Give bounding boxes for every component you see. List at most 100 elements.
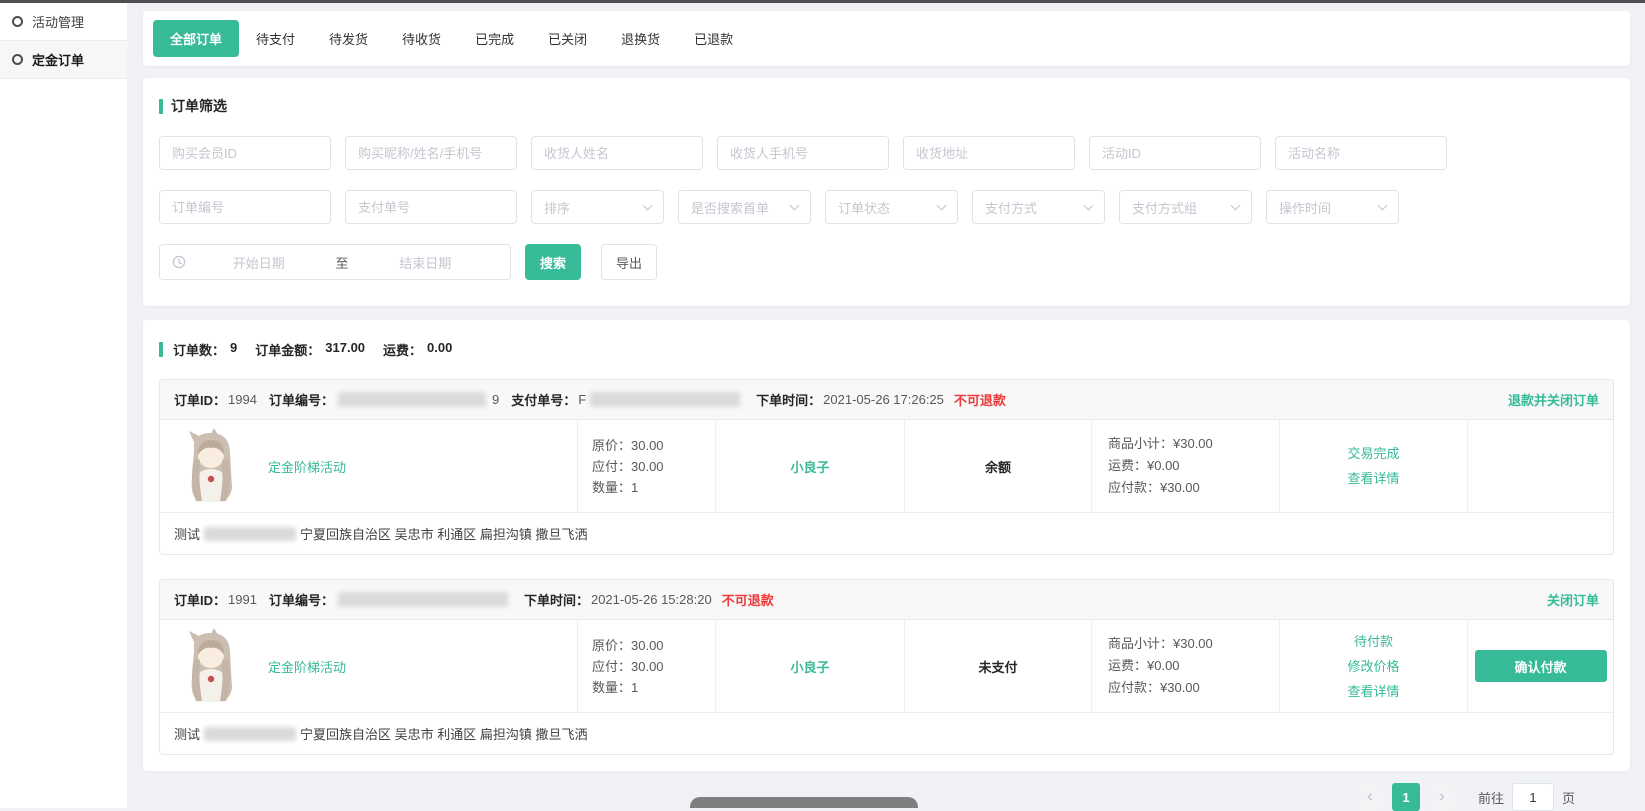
section-bar-icon <box>159 342 163 357</box>
order-count-label: 订单数： <box>173 340 225 359</box>
order-time-value: 2021-05-26 17:26:25 <box>823 392 944 407</box>
date-separator: 至 <box>332 253 353 272</box>
price-cell: 原价：30.00 应付：30.00 数量：1 <box>578 620 716 712</box>
tab-refunded[interactable]: 已退款 <box>677 20 750 57</box>
pending-payment-status: 待付款 <box>1354 629 1393 654</box>
order-card-1994: 订单ID： 1994 订单编号： 9 支付单号： F 下单时间： 2021-05… <box>159 379 1614 555</box>
search-button[interactable]: 搜索 <box>525 244 581 280</box>
filter-row-2: 排序 是否搜索首单 订单状态 支付方式 支付方式组 操作时间 <box>159 190 1614 224</box>
refund-and-close-order-link[interactable]: 退款并关闭订单 <box>1508 390 1599 409</box>
totals-cell: 商品小计：¥30.00 运费：¥0.00 应付款：¥30.00 <box>1092 420 1280 512</box>
goto-page-input[interactable] <box>1512 783 1554 811</box>
order-body: 定金阶梯活动 原价：30.00 应付：30.00 数量：1 小良子 未支付 商品… <box>160 620 1613 712</box>
order-card-1991: 订单ID： 1991 订单编号： 下单时间： 2021-05-26 15:28:… <box>159 579 1614 755</box>
select-placeholder: 订单状态 <box>838 198 890 217</box>
tab-pending-shipment[interactable]: 待发货 <box>312 20 385 57</box>
subtotal: 商品小计：¥30.00 <box>1108 433 1213 455</box>
select-order-status[interactable]: 订单状态 <box>825 190 958 224</box>
tab-pending-payment[interactable]: 待支付 <box>239 20 312 57</box>
buyer-name-link[interactable]: 小良子 <box>790 457 829 476</box>
select-pay-method[interactable]: 支付方式 <box>972 190 1105 224</box>
clock-icon <box>172 255 186 269</box>
order-time-label: 下单时间： <box>756 390 821 409</box>
input-pay-no[interactable] <box>345 190 517 224</box>
select-operate-time[interactable]: 操作时间 <box>1266 190 1399 224</box>
product-image <box>180 428 242 504</box>
pay-status: 未支付 <box>978 657 1017 676</box>
chevron-down-icon <box>643 200 653 210</box>
subtotal: 商品小计：¥30.00 <box>1108 633 1213 655</box>
section-bar-icon <box>159 99 163 114</box>
orders-panel: 订单数：9 订单金额：317.00 运费：0.00 订单ID： 1994 订单编… <box>143 320 1630 771</box>
buyer-cell: 小良子 <box>716 420 905 512</box>
filter-row-1 <box>159 136 1614 170</box>
buyer-name-link[interactable]: 小良子 <box>790 657 829 676</box>
sidebar-item-label: 定金订单 <box>32 50 84 69</box>
sidebar-item-activity-management[interactable]: 活动管理 <box>0 3 127 41</box>
order-header: 订单ID： 1991 订单编号： 下单时间： 2021-05-26 15:28:… <box>160 580 1613 620</box>
address-prefix: 测试 <box>174 524 200 543</box>
input-consignee-phone[interactable] <box>717 136 889 170</box>
input-member-id[interactable] <box>159 136 331 170</box>
freight-label: 运费： <box>383 340 422 359</box>
product-name-link[interactable]: 定金阶梯活动 <box>268 457 346 476</box>
freight-value: 0.00 <box>427 340 452 359</box>
select-pay-method-group[interactable]: 支付方式组 <box>1119 190 1252 224</box>
pagination-next-button[interactable]: › <box>1428 783 1456 811</box>
pay-status: 余额 <box>985 457 1011 476</box>
input-order-no[interactable] <box>159 190 331 224</box>
input-shipping-address[interactable] <box>903 136 1075 170</box>
order-id-value: 1994 <box>228 392 257 407</box>
view-detail-link[interactable]: 查看详情 <box>1347 679 1399 704</box>
tab-return-exchange[interactable]: 退换货 <box>604 20 677 57</box>
pay-status-cell: 未支付 <box>905 620 1092 712</box>
address-text: 宁夏回族自治区 吴忠市 利通区 扁担沟镇 撒旦飞洒 <box>300 724 587 743</box>
select-sort[interactable]: 排序 <box>531 190 664 224</box>
select-placeholder: 支付方式 <box>985 198 1037 217</box>
sidebar-item-deposit-orders[interactable]: 定金订单 <box>0 41 127 79</box>
export-button[interactable]: 导出 <box>601 244 657 280</box>
address-phone-redacted <box>204 727 296 741</box>
non-refundable-flag: 不可退款 <box>722 590 774 609</box>
select-placeholder: 操作时间 <box>1279 198 1331 217</box>
goto-label: 前往 <box>1478 788 1504 807</box>
tab-all-orders[interactable]: 全部订单 <box>153 20 239 57</box>
view-detail-link[interactable]: 查看详情 <box>1347 466 1399 491</box>
order-no-label: 订单编号： <box>269 590 334 609</box>
pay-no-redacted <box>590 392 740 407</box>
date-end-placeholder: 结束日期 <box>353 253 499 272</box>
pagination-page-1[interactable]: 1 <box>1392 783 1420 811</box>
input-nickname-name-phone[interactable] <box>345 136 517 170</box>
address-row: 测试 宁夏回族自治区 吴忠市 利通区 扁担沟镇 撒旦飞洒 <box>160 512 1613 554</box>
input-activity-name[interactable] <box>1275 136 1447 170</box>
address-row: 测试 宁夏回族自治区 吴忠市 利通区 扁担沟镇 撒旦飞洒 <box>160 712 1613 754</box>
order-no-visible-suffix: 9 <box>492 392 499 407</box>
price-payable: 应付：30.00 <box>592 456 664 477</box>
radio-circle-icon <box>12 54 23 65</box>
select-placeholder: 是否搜索首单 <box>691 198 769 217</box>
input-consignee-name[interactable] <box>531 136 703 170</box>
top-border <box>0 0 1645 3</box>
order-amount-value: 317.00 <box>325 340 365 359</box>
modify-price-link[interactable]: 修改价格 <box>1347 654 1399 679</box>
address-phone-redacted <box>204 527 296 541</box>
confirm-payment-button[interactable]: 确认付款 <box>1475 650 1607 682</box>
close-order-link[interactable]: 关闭订单 <box>1547 590 1599 609</box>
product-image <box>180 628 242 704</box>
freight-line: 运费：¥0.00 <box>1108 655 1180 677</box>
order-status-tabs: 全部订单 待支付 待发货 待收货 已完成 已关闭 退换货 已退款 <box>143 11 1630 66</box>
tab-completed[interactable]: 已完成 <box>458 20 531 57</box>
actions-cell: 待付款 修改价格 查看详情 <box>1280 620 1468 712</box>
product-name-link[interactable]: 定金阶梯活动 <box>268 657 346 676</box>
select-first-order-search[interactable]: 是否搜索首单 <box>678 190 811 224</box>
sidebar-item-label: 活动管理 <box>32 12 84 31</box>
trade-complete-status: 交易完成 <box>1347 441 1399 466</box>
input-activity-id[interactable] <box>1089 136 1261 170</box>
price-payable: 应付：30.00 <box>592 656 664 677</box>
tab-closed[interactable]: 已关闭 <box>531 20 604 57</box>
tab-pending-receipt[interactable]: 待收货 <box>385 20 458 57</box>
date-range-input[interactable]: 开始日期 至 结束日期 <box>159 244 511 280</box>
order-filter-panel: 订单筛选 排序 是否搜索首单 订单状态 <box>143 78 1630 306</box>
price-original: 原价：30.00 <box>592 635 664 656</box>
pagination-prev-button[interactable]: ‹ <box>1356 783 1384 811</box>
